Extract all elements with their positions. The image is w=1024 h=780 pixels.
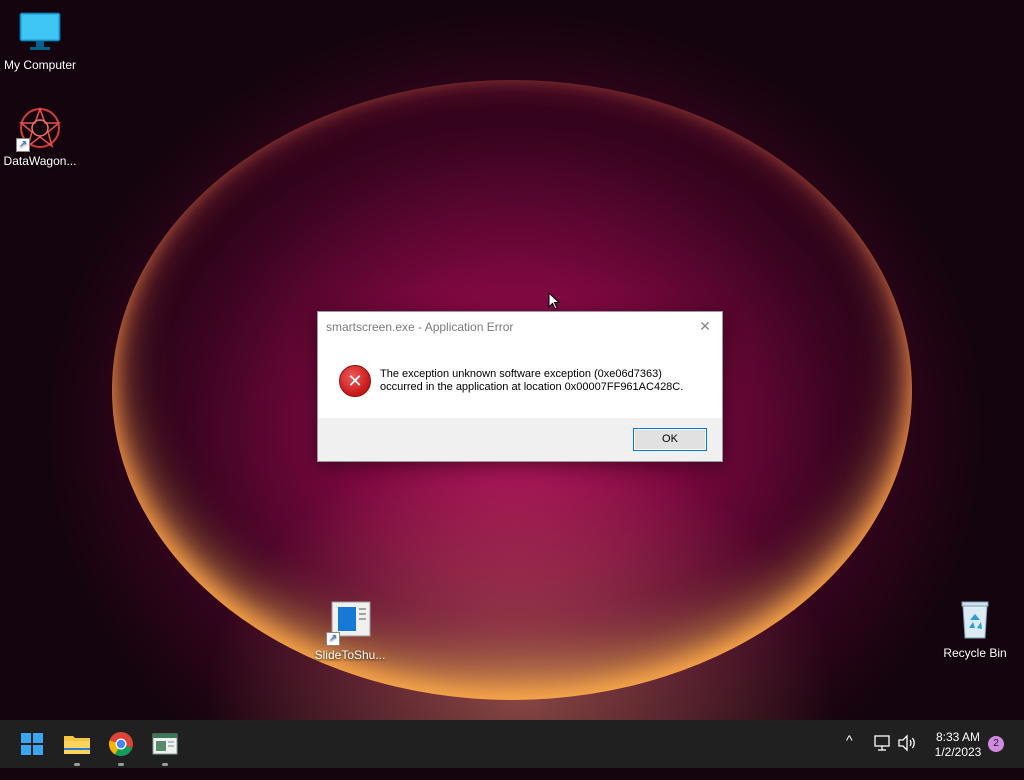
- error-icon: ✕: [339, 365, 371, 397]
- running-indicator: [162, 763, 168, 766]
- start-button[interactable]: [16, 728, 48, 760]
- mouse-cursor-icon: [548, 292, 560, 310]
- chevron-up-icon[interactable]: ^: [846, 732, 853, 780]
- desktop-icon-datawagon[interactable]: ↗ DataWagon...: [0, 106, 80, 168]
- chrome-icon: [109, 732, 133, 757]
- start-icon: [21, 733, 43, 755]
- desktop: My Computer ↗ DataWagon... ↗ SlideToShu.: [0, 0, 1024, 720]
- taskbar-app[interactable]: [149, 728, 181, 766]
- volume-icon[interactable]: [897, 734, 917, 752]
- running-indicator: [74, 763, 80, 766]
- taskbar: ^ 8:33 AM 1/2/2023: [0, 720, 1024, 768]
- taskbar-chrome[interactable]: [105, 728, 137, 766]
- shortcut-arrow-icon: ↗: [16, 138, 30, 152]
- monitor-icon: [18, 10, 62, 54]
- dialog-titlebar[interactable]: smartscreen.exe - Application Error ✕: [318, 312, 722, 340]
- shortcut-arrow-icon: ↗: [326, 632, 340, 646]
- ok-button[interactable]: OK: [633, 428, 707, 451]
- app-icon: [152, 733, 178, 755]
- desktop-icon-label: My Computer: [3, 58, 77, 72]
- dialog-message-line: The exception unknown software exception…: [380, 368, 662, 380]
- notification-badge[interactable]: 2: [988, 736, 1004, 752]
- close-icon[interactable]: ✕: [694, 316, 716, 336]
- dialog-title: smartscreen.exe - Application Error: [326, 320, 514, 334]
- dialog-message: The exception unknown software exception…: [380, 368, 683, 394]
- dialog-body: ✕ The exception unknown software excepti…: [318, 340, 722, 418]
- desktop-icon-my-computer[interactable]: My Computer: [0, 10, 80, 72]
- datawagon-icon: ↗: [16, 106, 62, 152]
- file-explorer-icon: [64, 736, 90, 754]
- slidetoshutdown-icon: ↗: [326, 600, 372, 646]
- desktop-icon-slidetoshutdown[interactable]: ↗ SlideToShu...: [310, 600, 390, 662]
- clock-time: 8:33 AM: [935, 730, 981, 744]
- error-dialog: smartscreen.exe - Application Error ✕ ✕ …: [317, 311, 723, 462]
- desktop-icon-recycle-bin[interactable]: Recycle Bin: [935, 598, 1015, 660]
- clock[interactable]: 8:33 AM 1/2/2023: [928, 730, 988, 760]
- recycle-bin-icon: [953, 598, 997, 642]
- network-icon[interactable]: [872, 734, 892, 752]
- dialog-footer: OK: [318, 418, 722, 461]
- desktop-icon-label: DataWagon...: [3, 154, 77, 168]
- running-indicator: [118, 763, 124, 766]
- desktop-icon-label: Recycle Bin: [943, 646, 1007, 660]
- taskbar-file-explorer[interactable]: [61, 728, 93, 766]
- dialog-message-line: occurred in the application at location …: [380, 381, 684, 393]
- clock-date: 1/2/2023: [934, 745, 982, 759]
- desktop-icon-label: SlideToShu...: [314, 648, 386, 662]
